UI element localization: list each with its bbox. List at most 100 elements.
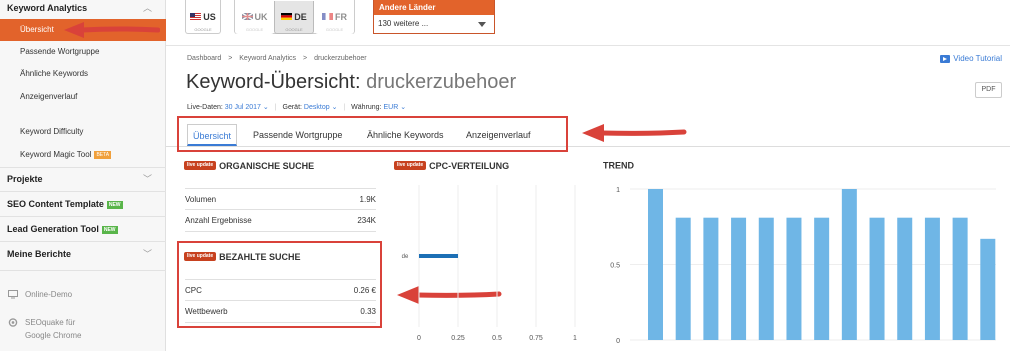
cpc-title: CPC-VERTEILUNG — [429, 160, 510, 171]
sidebar-item-keyword-difficulty[interactable]: Keyword Difficulty — [0, 121, 166, 143]
table-row: Anzahl Ergebnisse 234K — [185, 210, 376, 232]
divider — [166, 45, 1010, 46]
x-tick-label: 0.25 — [451, 335, 465, 342]
paid-title: BEZAHLTE SUCHE — [219, 251, 301, 262]
live-data-value: 30 Jul 2017 — [224, 104, 261, 111]
device-value: Desktop — [303, 104, 330, 111]
cpc-heading: live update CPC-VERTEILUNG — [394, 160, 509, 171]
live-update-badge: live update — [394, 161, 427, 171]
app-root: Keyword Analytics ︿ Übersicht Passende W… — [0, 0, 1010, 351]
sidebar-item-label: Ähnliche Keywords — [20, 69, 89, 78]
x-tick-label: 0 — [417, 335, 421, 342]
sidebar-group-seo-content-template[interactable]: SEO Content Template NEW — [0, 193, 166, 215]
sidebar-item-keyword-magic-tool[interactable]: Keyword Magic Tool BETA — [0, 144, 166, 166]
trend-bar — [703, 217, 719, 340]
other-countries-dropdown[interactable]: Andere Länder 130 weitere ... — [373, 0, 495, 34]
de-flag-icon — [281, 13, 293, 21]
breadcrumb-dashboard[interactable]: Dashboard — [187, 55, 221, 62]
db-engine: GOOGLE — [325, 27, 344, 32]
device-label: Gerät: — [282, 104, 302, 111]
sidebar-link-label: Online-Demo — [25, 290, 73, 299]
sidebar-item-anzeigenverlauf[interactable]: Anzeigenverlauf — [0, 86, 166, 108]
device-dropdown[interactable]: Desktop ⌄ — [304, 104, 338, 111]
sidebar-group-lead-generation-tool[interactable]: Lead Generation Tool NEW — [0, 218, 166, 240]
currency-value: EUR — [383, 104, 399, 111]
breadcrumb-keyword-analytics[interactable]: Keyword Analytics — [239, 55, 296, 62]
db-engine: GOOGLE — [194, 27, 212, 32]
sidebar-group-label: Meine Berichte — [7, 249, 72, 259]
sidebar-link-seoquake[interactable]: SEOquake für Google Chrome — [8, 316, 81, 342]
divider — [0, 191, 166, 192]
db-code: DE — [294, 11, 307, 22]
metric-value: 0.33 — [360, 307, 376, 316]
table-row: CPC 0.26 € — [185, 279, 376, 301]
caret-down-icon — [478, 22, 486, 27]
db-code: FR — [335, 11, 347, 22]
sidebar-item-label: Keyword Difficulty — [20, 127, 84, 136]
chevron-down-icon: ⌄ — [400, 104, 407, 111]
video-tutorial-link[interactable]: Video Tutorial — [940, 54, 1002, 63]
db-engine: GOOGLE — [245, 27, 264, 32]
metric-value: 0.26 € — [353, 286, 376, 295]
breadcrumb-separator: > — [228, 55, 233, 62]
y-tick-label: de — [402, 254, 409, 260]
other-countries-value: 130 weitere ... — [378, 19, 429, 28]
db-button-us[interactable]: US GOOGLE — [185, 0, 221, 34]
metric-label: CPC — [185, 286, 202, 295]
breadcrumb-current: druckerzubehoer — [314, 55, 367, 62]
live-data-label: Live-Daten: — [187, 104, 223, 111]
db-button-uk[interactable]: UK GOOGLE — [235, 0, 274, 34]
beta-badge: BETA — [94, 150, 112, 159]
trend-chart: 10.50 — [610, 187, 996, 345]
trend-bar — [980, 238, 996, 340]
pdf-button[interactable]: PDF — [975, 82, 1002, 98]
meta-separator: | — [274, 104, 277, 111]
trend-bar — [952, 217, 968, 340]
chevron-down-icon: ⌄ — [331, 104, 338, 111]
sidebar-link-label-line2: Google Chrome — [25, 331, 82, 340]
currency-dropdown[interactable]: EUR ⌄ — [383, 104, 406, 111]
sidebar-link-online-demo[interactable]: Online-Demo — [8, 288, 72, 301]
us-flag-icon — [190, 13, 202, 21]
metric-label: Anzahl Ergebnisse — [185, 216, 252, 225]
trend-heading: TREND — [603, 160, 634, 171]
meta-bar: Live-Daten: 30 Jul 2017 ⌄ | Gerät: Deskt… — [187, 103, 406, 111]
currency-label: Währung: — [351, 104, 382, 111]
trend-title: TREND — [603, 160, 634, 171]
y-tick-label: 1 — [616, 187, 620, 194]
sidebar-item-label: Übersicht — [20, 25, 54, 34]
x-tick-label: 0.5 — [492, 335, 502, 342]
chevron-up-icon: ︿ — [142, 3, 152, 13]
video-tutorial-label: Video Tutorial — [953, 54, 1002, 63]
db-engine: GOOGLE — [285, 27, 303, 32]
uk-flag-icon — [241, 13, 253, 21]
new-badge: NEW — [101, 225, 118, 234]
sidebar-item-label: Keyword Magic Tool — [20, 150, 92, 159]
divider — [0, 216, 166, 217]
trend-bar — [786, 217, 802, 340]
sidebar-item-passende-wortgruppe[interactable]: Passende Wortgruppe — [0, 41, 166, 63]
db-button-de[interactable]: DE GOOGLE — [274, 1, 314, 34]
breadcrumb-separator: > — [303, 55, 308, 62]
live-data-dropdown[interactable]: 30 Jul 2017 ⌄ — [225, 104, 269, 111]
live-update-badge: live update — [184, 252, 217, 262]
db-code: US — [203, 11, 216, 22]
organic-heading: live update ORGANISCHE SUCHE — [184, 160, 314, 171]
trend-bar — [814, 217, 830, 340]
db-code: UK — [254, 11, 268, 22]
trend-bar — [841, 189, 857, 340]
seoquake-icon — [8, 318, 18, 327]
chevron-down-icon: ﹀ — [142, 249, 152, 259]
breadcrumb: Dashboard > Keyword Analytics > druckerz… — [187, 55, 372, 62]
monitor-icon — [8, 290, 18, 299]
sidebar-group-meine-berichte[interactable]: Meine Berichte ﹀ — [0, 243, 166, 265]
page-title-prefix: Keyword-Übersicht: — [186, 71, 361, 93]
sidebar-group-projekte[interactable]: Projekte ﹀ — [0, 168, 166, 190]
db-button-fr[interactable]: FR GOOGLE — [315, 0, 354, 34]
metric-value: 234K — [357, 216, 376, 225]
trend-bar — [731, 217, 747, 340]
sidebar-section-keyword-analytics[interactable]: Keyword Analytics ︿ — [0, 0, 166, 19]
sidebar-item-aehnliche-keywords[interactable]: Ähnliche Keywords — [0, 63, 166, 85]
trend-bar — [758, 217, 774, 340]
fr-flag-icon — [322, 13, 333, 21]
